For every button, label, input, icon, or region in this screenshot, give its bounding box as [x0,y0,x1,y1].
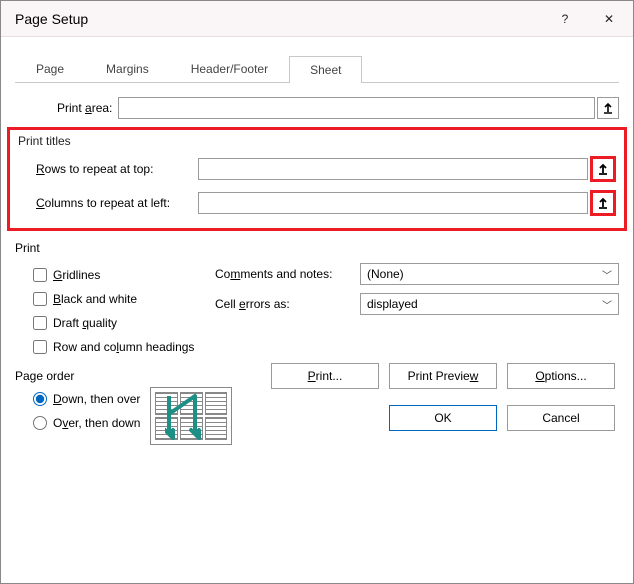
rows-repeat-label: Rows to repeat at top: [18,162,198,176]
tab-sheet[interactable]: Sheet [289,56,362,83]
row-col-headings-label: Row and column headings [53,340,194,354]
tab-strip: Page Margins Header/Footer Sheet [15,55,619,83]
print-area-input[interactable] [118,97,595,119]
collapse-icon [597,197,609,209]
options-button[interactable]: Options... [507,363,615,389]
page-order-arrow-icon [165,394,205,440]
help-icon: ? [562,12,569,26]
collapse-icon [602,102,614,114]
black-white-checkbox[interactable] [33,292,47,306]
over-then-down-label: Over, then down [53,416,140,430]
rows-repeat-input[interactable] [198,158,588,180]
print-group-label: Print [15,241,619,255]
cell-errors-label: Cell errors as: [215,297,360,311]
help-button[interactable]: ? [543,1,587,37]
page-order-diagram [150,387,232,445]
down-then-over-label: Down, then over [53,392,140,406]
comments-label: Comments and notes: [215,267,360,281]
close-button[interactable]: ✕ [587,1,631,37]
tab-page[interactable]: Page [15,55,85,82]
print-titles-highlight: Print titles Rows to repeat at top: Colu… [7,127,627,231]
collapse-icon [597,163,609,175]
cell-errors-value: displayed [367,297,418,311]
comments-value: (None) [367,267,404,281]
down-then-over-radio[interactable] [33,392,47,406]
chevron-down-icon: ﹀ [602,267,612,282]
page-setup-dialog: Page Setup ? ✕ Page Margins Header/Foote… [0,0,634,584]
cols-repeat-collapse-button[interactable] [590,190,616,216]
print-preview-button[interactable]: Print Preview [389,363,497,389]
print-area-collapse-button[interactable] [597,97,619,119]
over-then-down-radio[interactable] [33,416,47,430]
titlebar: Page Setup ? ✕ [1,1,633,37]
dialog-title: Page Setup [15,11,543,27]
cols-repeat-label: Columns to repeat at left: [18,196,198,210]
gridlines-label: Gridlines [53,268,100,282]
tab-headerfooter[interactable]: Header/Footer [170,55,289,82]
print-titles-group-label: Print titles [18,134,616,148]
chevron-down-icon: ﹀ [602,297,612,312]
cancel-button[interactable]: Cancel [507,405,615,431]
cell-errors-select[interactable]: displayed ﹀ [360,293,619,315]
comments-select[interactable]: (None) ﹀ [360,263,619,285]
row-col-headings-checkbox[interactable] [33,340,47,354]
close-icon: ✕ [604,12,614,26]
gridlines-checkbox[interactable] [33,268,47,282]
action-buttons-row: Print... Print Preview Options... [271,363,615,389]
dialog-buttons-row: OK Cancel [389,405,615,431]
draft-quality-label: Draft quality [53,316,117,330]
black-white-label: Black and white [53,292,137,306]
tab-margins[interactable]: Margins [85,55,170,82]
ok-button[interactable]: OK [389,405,497,431]
print-area-label: Print area: [57,101,112,115]
cols-repeat-input[interactable] [198,192,588,214]
draft-quality-checkbox[interactable] [33,316,47,330]
print-button[interactable]: Print... [271,363,379,389]
rows-repeat-collapse-button[interactable] [590,156,616,182]
